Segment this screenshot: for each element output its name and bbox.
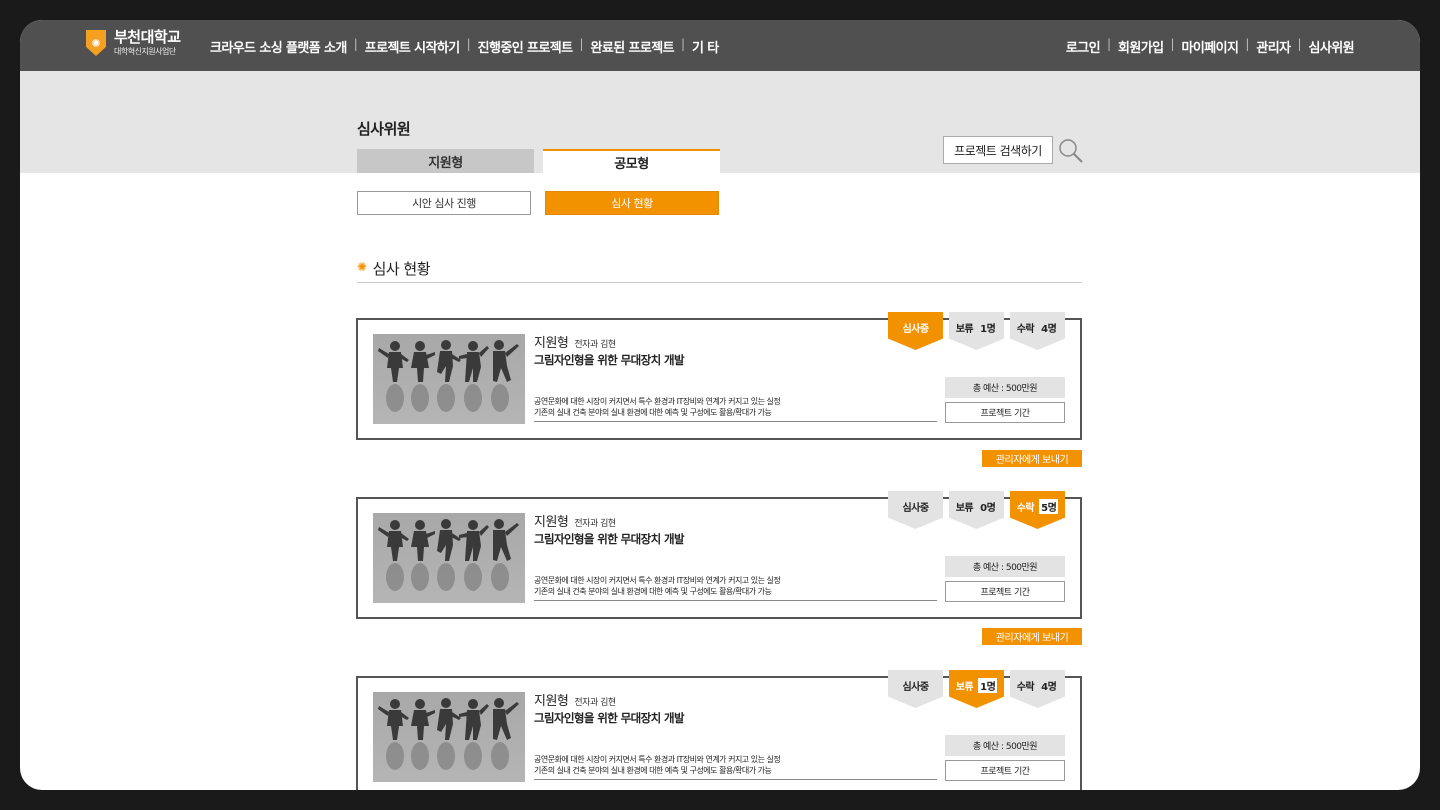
hold-count: 1명 xyxy=(978,678,998,693)
accept-count: 4명 xyxy=(1041,682,1057,693)
mypage-link[interactable]: 마이페이지 xyxy=(1182,37,1239,56)
hold-count: 0명 xyxy=(980,503,996,514)
project-type: 지원형 전자과 김현 xyxy=(534,690,616,709)
section-heading: ✺ 심사 현황 xyxy=(357,258,1082,283)
project-type: 지원형 전자과 김현 xyxy=(534,332,616,351)
logo-subtitle: 대학혁신지원사업단 xyxy=(114,47,176,56)
subtab-review-status[interactable]: 심사 현황 xyxy=(545,191,719,215)
description-line: 기존의 실내 건축 분야의 실내 환경에 대한 예측 및 구성에도 활용/확대가… xyxy=(534,408,772,417)
flag-hold[interactable]: 보류 1명 xyxy=(949,312,1004,350)
page-title: 심사위원 xyxy=(357,120,411,138)
send-to-admin-button[interactable]: 관리자에게 보내기 xyxy=(982,628,1082,645)
accept-count: 4명 xyxy=(1041,324,1057,335)
project-department: 전자과 김현 xyxy=(574,340,616,350)
menu-ongoing-projects[interactable]: 진행중인 프로젝트 xyxy=(478,37,573,56)
utility-menu: 로그인 | 회원가입 | 마이페이지 | 관리자 | 심사위원 xyxy=(1065,37,1355,56)
project-description: 공연문화에 대한 시장이 커지면서 특수 환경과 IT장비와 연계가 커지고 있… xyxy=(534,575,937,601)
review-status-flags: 심사중 보류 1명 수락 4명 xyxy=(888,312,1065,350)
project-period-button[interactable]: 프로젝트 기간 xyxy=(945,760,1065,781)
children-silhouette-image xyxy=(378,340,519,412)
project-thumbnail xyxy=(373,692,525,782)
project-search-button[interactable]: 프로젝트 검색하기 xyxy=(943,136,1053,164)
project-period-button[interactable]: 프로젝트 기간 xyxy=(945,402,1065,423)
description-line: 공연문화에 대한 시장이 커지면서 특수 환경과 IT장비와 연계가 커지고 있… xyxy=(534,755,781,764)
project-type: 지원형 전자과 김현 xyxy=(534,511,616,530)
review-card[interactable]: 지원형 전자과 김현 그림자인형을 위한 무대장치 개발 공연문화에 대한 시장이… xyxy=(356,670,1082,790)
project-title[interactable]: 그림자인형을 위한 무대장치 개발 xyxy=(534,710,685,726)
title-band xyxy=(20,71,1420,173)
search-icon[interactable] xyxy=(1058,138,1084,164)
description-line: 공연문화에 대한 시장이 커지면서 특수 환경과 IT장비와 연계가 커지고 있… xyxy=(534,397,781,406)
description-line: 기존의 실내 건축 분야의 실내 환경에 대한 예측 및 구성에도 활용/확대가… xyxy=(534,766,772,775)
section-heading-text: 심사 현황 xyxy=(372,260,431,278)
project-description: 공연문화에 대한 시장이 커지면서 특수 환경과 IT장비와 연계가 커지고 있… xyxy=(534,396,937,422)
project-title[interactable]: 그림자인형을 위한 무대장치 개발 xyxy=(534,531,685,547)
total-budget: 총 예산 : 500만원 xyxy=(945,556,1065,577)
project-thumbnail xyxy=(373,513,525,603)
flag-hold[interactable]: 보류 0명 xyxy=(949,491,1004,529)
flag-reviewing[interactable]: 심사중 xyxy=(888,491,943,529)
review-card[interactable]: 지원형 전자과 김현 그림자인형을 위한 무대장치 개발 공연문화에 대한 시장이… xyxy=(356,312,1082,440)
description-line: 공연문화에 대한 시장이 커지면서 특수 환경과 IT장비와 연계가 커지고 있… xyxy=(534,576,781,585)
children-silhouette-image xyxy=(378,519,519,591)
project-type-label: 지원형 xyxy=(534,336,569,351)
project-title[interactable]: 그림자인형을 위한 무대장치 개발 xyxy=(534,352,685,368)
flag-accept[interactable]: 수락 4명 xyxy=(1010,670,1065,708)
hold-count: 1명 xyxy=(980,324,996,335)
flag-accept[interactable]: 수락 5명 xyxy=(1010,491,1065,529)
shield-logo-icon: ✺ xyxy=(86,30,106,56)
review-status-flags: 심사중 보류 1명 수락 4명 xyxy=(888,670,1065,708)
review-card[interactable]: 지원형 전자과 김현 그림자인형을 위한 무대장치 개발 공연문화에 대한 시장이… xyxy=(356,491,1082,619)
logo-name: 부천대학교 xyxy=(114,28,181,46)
login-link[interactable]: 로그인 xyxy=(1066,37,1101,56)
signup-link[interactable]: 회원가입 xyxy=(1118,37,1164,56)
university-logo[interactable]: ✺ 부천대학교 대학혁신지원사업단 xyxy=(86,30,181,56)
app-window: ✺ 부천대학교 대학혁신지원사업단 크라우드 소싱 플랫폼 소개 | 프로젝트 … xyxy=(20,20,1420,790)
menu-completed-projects[interactable]: 완료된 프로젝트 xyxy=(591,37,675,56)
main-menu: 크라우드 소싱 플랫폼 소개 | 프로젝트 시작하기 | 진행중인 프로젝트 |… xyxy=(210,37,719,56)
sun-bullet-icon: ✺ xyxy=(357,260,367,274)
admin-link[interactable]: 관리자 xyxy=(1256,37,1291,56)
tab-contest-type[interactable]: 공모형 xyxy=(543,149,720,173)
project-period-button[interactable]: 프로젝트 기간 xyxy=(945,581,1065,602)
children-silhouette-image xyxy=(378,698,519,770)
menu-start-project[interactable]: 프로젝트 시작하기 xyxy=(365,37,460,56)
subtab-draft-review[interactable]: 시안 심사 진행 xyxy=(357,191,531,215)
project-description: 공연문화에 대한 시장이 커지면서 특수 환경과 IT장비와 연계가 커지고 있… xyxy=(534,754,937,780)
top-navigation-bar: ✺ 부천대학교 대학혁신지원사업단 크라우드 소싱 플랫폼 소개 | 프로젝트 … xyxy=(20,20,1420,71)
flag-hold[interactable]: 보류 1명 xyxy=(949,670,1004,708)
total-budget: 총 예산 : 500만원 xyxy=(945,377,1065,398)
project-department: 전자과 김현 xyxy=(574,519,616,529)
project-department: 전자과 김현 xyxy=(574,698,616,708)
description-line: 기존의 실내 건축 분야의 실내 환경에 대한 예측 및 구성에도 활용/확대가… xyxy=(534,587,772,596)
project-type-label: 지원형 xyxy=(534,694,569,709)
project-type-label: 지원형 xyxy=(534,515,569,530)
accept-count: 5명 xyxy=(1039,499,1059,514)
flag-reviewing[interactable]: 심사중 xyxy=(888,670,943,708)
total-budget: 총 예산 : 500만원 xyxy=(945,735,1065,756)
menu-etc[interactable]: 기 타 xyxy=(692,37,719,56)
flag-reviewing[interactable]: 심사중 xyxy=(888,312,943,350)
project-thumbnail xyxy=(373,334,525,424)
reviewer-link[interactable]: 심사위원 xyxy=(1309,37,1355,56)
send-to-admin-button[interactable]: 관리자에게 보내기 xyxy=(982,450,1082,467)
flag-accept[interactable]: 수락 4명 xyxy=(1010,312,1065,350)
tab-support-type[interactable]: 지원형 xyxy=(357,149,534,173)
menu-platform-intro[interactable]: 크라우드 소싱 플랫폼 소개 xyxy=(210,37,347,56)
review-status-flags: 심사중 보류 0명 수락 5명 xyxy=(888,491,1065,529)
